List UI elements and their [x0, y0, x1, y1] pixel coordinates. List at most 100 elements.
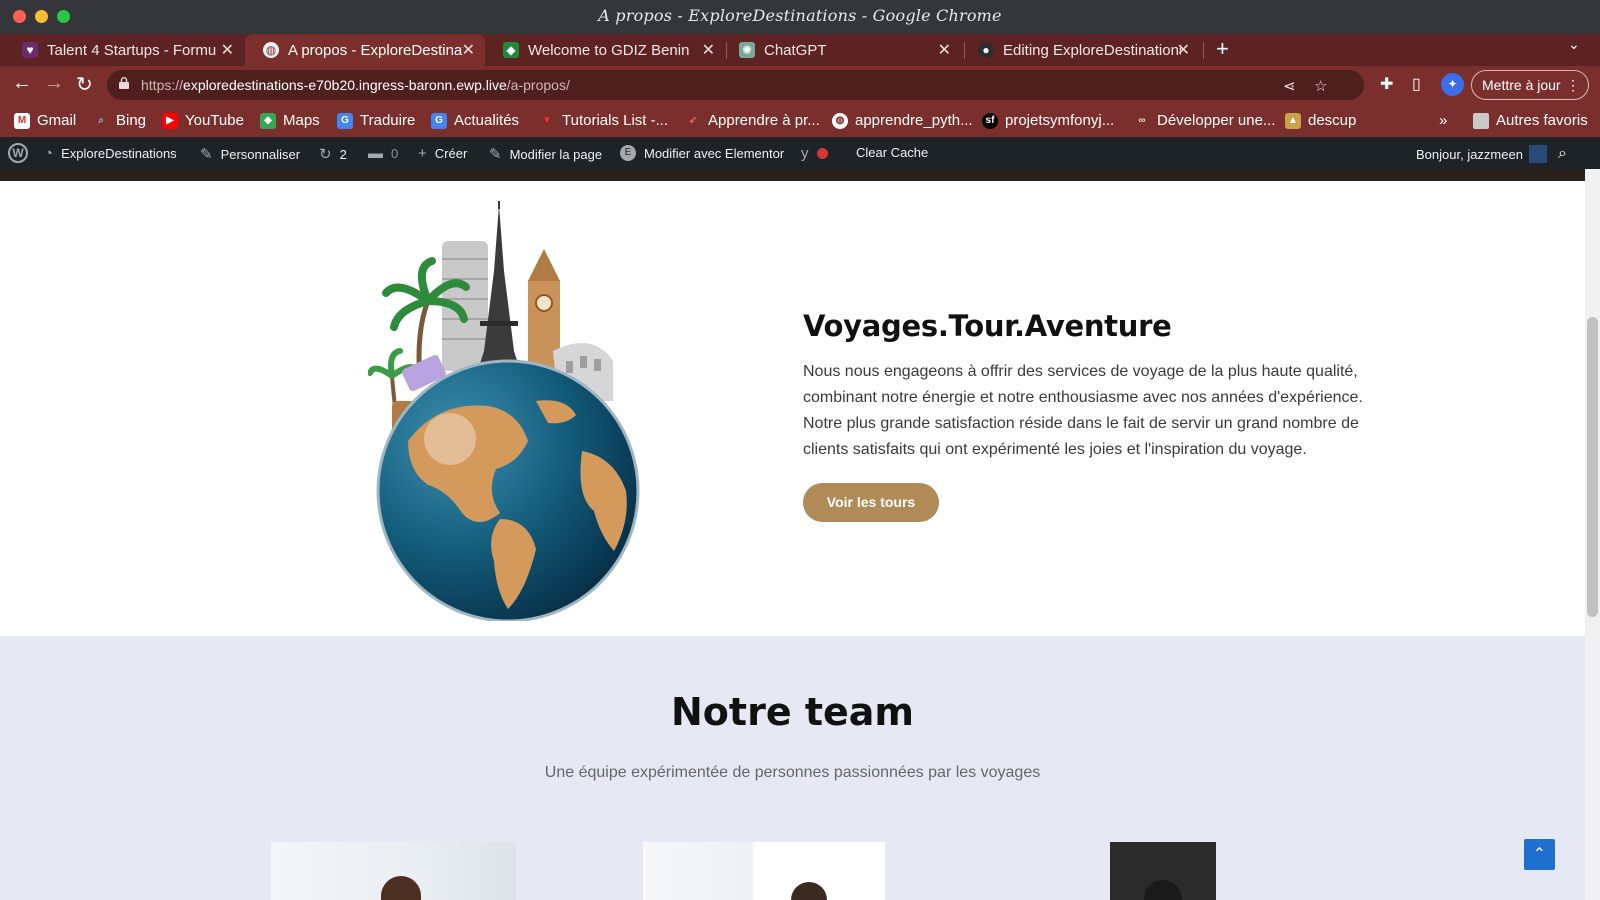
tutorials-icon: ▼ [542, 115, 552, 126]
bookmark-actualites[interactable]: G Actualités [431, 112, 519, 129]
person-silhouette [791, 882, 827, 900]
wp-site-name[interactable]: ◔ ExploreDestinations [44, 145, 177, 162]
about-description: Nous nous engageons à offrir des service… [803, 363, 1363, 458]
close-icon[interactable]: ✕ [462, 40, 475, 60]
link-icon: ∞ [1138, 115, 1146, 126]
address-bar[interactable]: https://exploredestinations-e70b20.ingre… [107, 70, 1364, 100]
side-panel-icon[interactable]: ▯ [1412, 74, 1421, 94]
close-icon[interactable]: ✕ [702, 40, 715, 60]
window-title: A propos - ExploreDestinations - Google … [598, 6, 1002, 25]
descup-icon: ▲ [1285, 112, 1301, 129]
bookmark-other-folder[interactable]: Autres favoris [1473, 112, 1588, 129]
wp-comments[interactable]: ▬ 0 [368, 145, 398, 162]
wordpress-logo-icon[interactable]: W [8, 143, 28, 163]
person-silhouette [1144, 880, 1182, 900]
tab-talent4startups[interactable]: ♥ Talent 4 Startups - Formulaire ✕ [4, 34, 244, 66]
close-icon[interactable]: ✕ [221, 40, 234, 60]
tab-chatgpt[interactable]: ✺ ChatGPT ✕ [721, 34, 961, 66]
tab-separator [1203, 42, 1204, 59]
globe-icon: ◍ [832, 112, 848, 129]
gdiz-logo-icon: ◆ [503, 42, 519, 58]
team-member-photo [1110, 842, 1216, 900]
scrollbar-thumb[interactable] [1587, 317, 1598, 617]
wp-admin-bar: W ◔ ExploreDestinations ✎ Personnaliser ↻ 2… [0, 137, 1600, 169]
translate-icon: G [337, 112, 353, 129]
wp-clear-cache[interactable]: Clear Cache [856, 145, 928, 160]
bookmark-tutorials[interactable]: ▼ Tutorials List -... [539, 112, 668, 129]
bookmark-star-icon[interactable]: ☆ [1314, 77, 1327, 95]
close-icon[interactable]: ✕ [1177, 40, 1190, 60]
pencil-icon: ✎ [489, 146, 502, 163]
window-titlebar: A propos - ExploreDestinations - Google … [0, 0, 1600, 34]
maps-icon: ◆ [260, 112, 276, 129]
tab-label: Welcome to GDIZ Benin [528, 41, 690, 59]
folder-icon [1473, 112, 1489, 129]
bookmark-youtube[interactable]: ▶ YouTube [162, 112, 244, 129]
scroll-to-top-button[interactable]: ⌃ [1524, 839, 1555, 870]
updates-icon: ↻ [319, 146, 332, 163]
page-scrollbar[interactable] [1585, 169, 1600, 900]
new-tab-button[interactable]: + [1216, 34, 1229, 66]
back-arrow-icon[interactable]: ← [12, 72, 32, 95]
more-menu-icon[interactable]: ⋮ [1566, 71, 1580, 99]
dashboard-gauge-icon: ◔ [44, 145, 54, 162]
seo-status-dot [816, 148, 828, 159]
bookmark-descup[interactable]: ▲ descup [1285, 112, 1356, 129]
profile-avatar-icon[interactable]: ✦ [1441, 73, 1464, 96]
hero-banner-edge [0, 169, 1585, 181]
tab-label: A propos - ExploreDestinations [288, 41, 463, 59]
bookmark-traduire[interactable]: G Traduire [337, 112, 415, 129]
tab-editing[interactable]: ● Editing ExploreDestinations ✕ [960, 34, 1200, 66]
github-icon: ● [978, 42, 994, 58]
search-icon[interactable]: ⌕ [1558, 145, 1567, 163]
search-icon: ⌕ [98, 115, 104, 126]
bookmark-gmail[interactable]: M Gmail [14, 112, 76, 129]
share-icon[interactable]: ⋖ [1283, 77, 1296, 95]
tab-gdiz[interactable]: ◆ Welcome to GDIZ Benin ✕ [485, 34, 725, 66]
tab-label: ChatGPT [764, 41, 827, 59]
wp-updates[interactable]: ↻ 2 [319, 145, 347, 163]
update-chrome-button[interactable]: Mettre à jour ⋮ [1471, 70, 1589, 100]
bookmark-maps[interactable]: ◆ Maps [260, 112, 320, 129]
tab-search-chevron-icon[interactable]: ⌄ [1568, 36, 1580, 53]
bookmark-python[interactable]: ◍ apprendre_pyth... [832, 112, 973, 129]
extensions-puzzle-icon[interactable]: ✚ [1380, 74, 1393, 94]
rocket-icon: ➶ [688, 115, 698, 126]
bookmark-developper[interactable]: ∞ Développer une... [1134, 112, 1275, 129]
view-tours-button[interactable]: Voir les tours [803, 483, 939, 522]
bookmarks-bar: M Gmail ⌕ Bing ▶ YouTube ◆ Maps G Traduire GA… [0, 104, 1600, 137]
wp-edit-elementor[interactable]: E Modifier avec Elementor [620, 145, 784, 161]
team-section: Notre team Une équipe expérimentée de pe… [0, 636, 1585, 900]
lock-icon [119, 77, 129, 89]
more-bookmarks-chevron-icon[interactable]: » [1439, 112, 1447, 129]
bookmark-apprendre[interactable]: ➶ Apprendre à pr... [685, 112, 820, 129]
wp-seo-status[interactable]: y [801, 145, 828, 162]
comment-bubble-icon: ▬ [368, 145, 383, 162]
travel-globe-illustration [368, 201, 640, 621]
tab-label: Editing ExploreDestinations [1003, 41, 1181, 59]
heart-icon: ♥ [22, 42, 38, 58]
tab-a-propos[interactable]: ◍ A propos - ExploreDestinations ✕ [245, 34, 485, 66]
bookmark-symfony[interactable]: sf projetsymfonyj... [982, 112, 1114, 129]
forward-arrow-icon[interactable]: → [44, 72, 64, 95]
team-member-photo [271, 842, 516, 900]
paintbrush-icon: ✎ [200, 146, 213, 163]
person-silhouette [381, 876, 421, 900]
close-icon[interactable]: ✕ [938, 40, 951, 60]
tab-strip: ♥ Talent 4 Startups - Formulaire ✕ ◍ A p… [0, 34, 1600, 66]
globe-icon: ◍ [263, 42, 279, 58]
wp-user-menu[interactable]: Bonjour, jazzmeen [1416, 145, 1547, 163]
news-icon: G [431, 112, 447, 129]
bookmark-bing[interactable]: ⌕ Bing [93, 112, 146, 129]
page-viewport: Voyages.Tour.Aventure Nous nous engageon… [0, 169, 1585, 900]
reload-icon[interactable]: ↻ [76, 72, 93, 97]
team-subtitle: Une équipe expérimentée de personnes pas… [544, 764, 1041, 781]
team-member-photo [643, 842, 885, 900]
symfony-icon: sf [982, 112, 998, 129]
chatgpt-icon: ✺ [739, 42, 755, 58]
wp-customize[interactable]: ✎ Personnaliser [200, 145, 300, 163]
yoast-icon: y [801, 145, 809, 162]
wp-create[interactable]: + Créer [418, 145, 467, 162]
elementor-icon: E [620, 145, 636, 161]
wp-edit-page[interactable]: ✎ Modifier la page [489, 145, 602, 163]
